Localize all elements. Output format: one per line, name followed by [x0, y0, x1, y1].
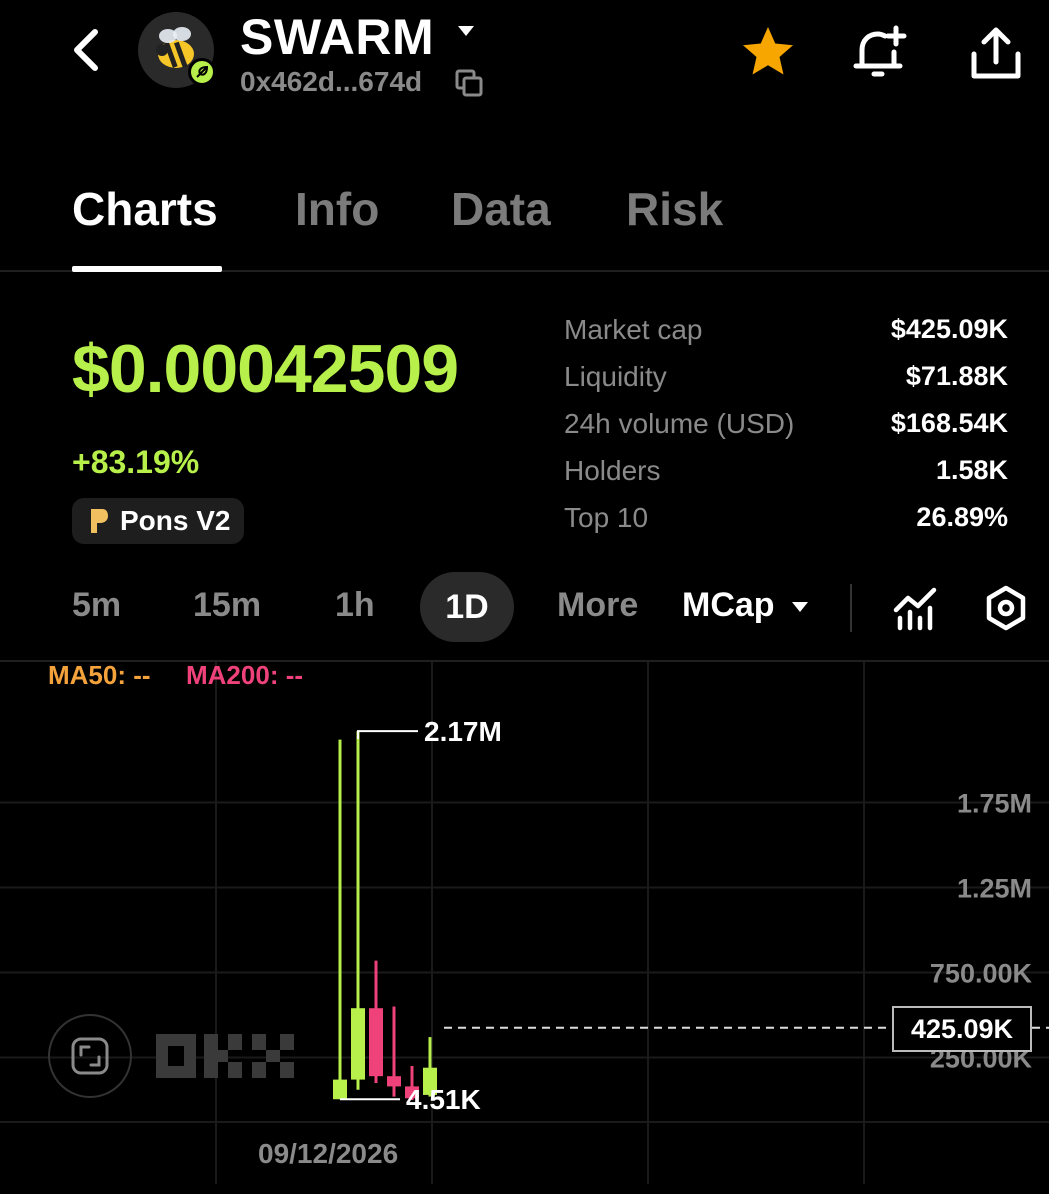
indicator-chart-icon	[893, 587, 937, 631]
fullscreen-button[interactable]	[48, 1014, 132, 1098]
verified-badge	[188, 58, 216, 86]
expand-icon	[71, 1037, 109, 1075]
candle-body	[333, 1079, 347, 1100]
price-change: +83.19%	[72, 444, 200, 480]
tab-bar: Charts Info Data Risk	[0, 170, 1049, 272]
pons-icon	[91, 509, 108, 533]
star-icon	[743, 27, 793, 75]
share-button[interactable]	[964, 20, 1028, 84]
y-tick-label: 1.75M	[957, 789, 1032, 819]
active-tab-indicator	[72, 266, 222, 272]
tab-risk[interactable]: Risk	[626, 182, 723, 236]
y-tick-label: 1.25M	[957, 874, 1032, 904]
share-icon	[971, 27, 1021, 79]
divider	[850, 584, 852, 632]
caret-down-icon[interactable]	[790, 600, 810, 619]
stat-market-cap: Market cap $425.09K	[564, 313, 1008, 345]
timeframe-5m[interactable]: 5m	[72, 586, 121, 625]
candle-body	[387, 1076, 401, 1087]
token-name[interactable]: SWARM	[240, 8, 434, 66]
current-value-label: 425.09K	[892, 1006, 1032, 1052]
indicators-button[interactable]	[888, 580, 944, 636]
bell-plus-icon	[853, 25, 907, 77]
x-axis-date: 09/12/2026	[258, 1138, 399, 1169]
timeframe-more[interactable]: More	[557, 586, 638, 625]
tab-charts[interactable]: Charts	[72, 182, 218, 236]
token-stats: Market cap $425.09K Liquidity $71.88K 24h …	[564, 306, 1008, 541]
candle-body	[351, 1008, 365, 1080]
y-tick-label: 750.00K	[930, 959, 1033, 989]
chart-settings-button[interactable]	[978, 580, 1034, 636]
stat-top10: Top 10 26.89%	[564, 501, 1008, 533]
stat-volume: 24h volume (USD) $168.54K	[564, 407, 1008, 439]
price-alert-button[interactable]	[846, 20, 910, 84]
leaf-icon	[196, 65, 209, 78]
timeframe-1h[interactable]: 1h	[335, 586, 375, 625]
back-icon	[74, 29, 98, 71]
ma200-label: MA200: --	[186, 660, 304, 690]
tab-data[interactable]: Data	[451, 182, 551, 236]
dex-name: Pons V2	[120, 505, 231, 536]
stat-holders: Holders 1.58K	[564, 454, 1008, 486]
token-avatar[interactable]	[138, 12, 216, 88]
metric-select[interactable]: MCap	[682, 586, 775, 625]
timeframe-1d[interactable]: 1D	[420, 572, 514, 642]
copy-icon[interactable]	[454, 68, 484, 103]
token-price: $0.00042509	[72, 331, 459, 407]
hexagon-settings-icon	[986, 585, 1026, 631]
high-label: 2.17M	[424, 716, 502, 747]
candle-body	[369, 1008, 383, 1077]
ma50-label: MA50: --	[48, 660, 151, 690]
favorite-button[interactable]	[736, 20, 800, 84]
timeframe-15m[interactable]: 15m	[193, 586, 261, 625]
back-button[interactable]	[64, 28, 108, 72]
market-cap-chart[interactable]: 1.75M1.25M750.00K250.00K2.17M4.51K	[0, 662, 1049, 1194]
stat-liquidity: Liquidity $71.88K	[564, 360, 1008, 392]
tab-info[interactable]: Info	[295, 182, 379, 236]
dex-badge[interactable]: Pons V2	[72, 498, 245, 544]
caret-down-icon[interactable]	[456, 24, 476, 43]
okx-watermark	[156, 1034, 316, 1083]
token-address: 0x462d...674d	[240, 66, 423, 97]
low-label: 4.51K	[406, 1084, 481, 1115]
high-marker-line	[357, 730, 418, 740]
